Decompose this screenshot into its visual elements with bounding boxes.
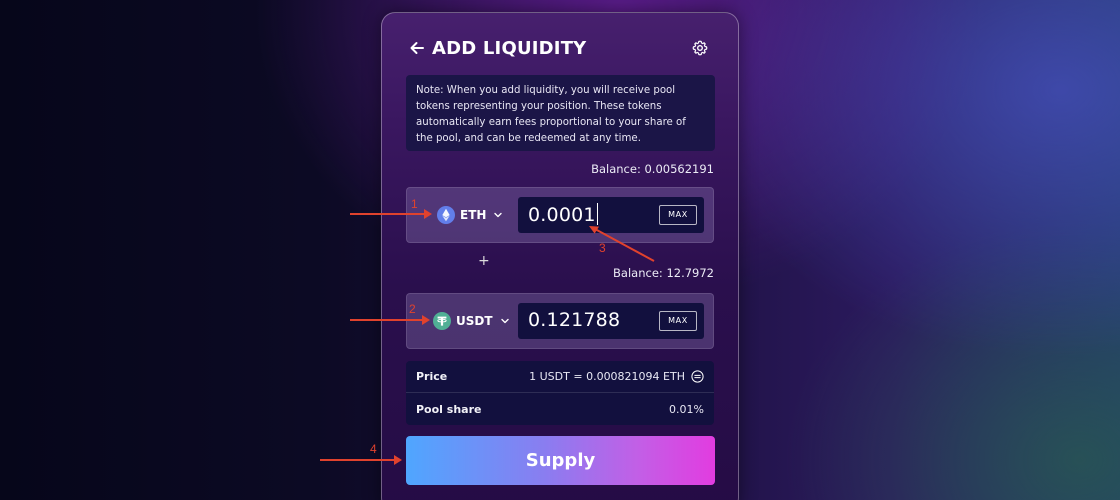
pool-info-panel: Price 1 USDT = 0.000821094 ETH Pool shar… xyxy=(406,361,714,425)
price-value: 1 USDT = 0.000821094 ETH xyxy=(529,370,685,383)
annotation-number-1: 1 xyxy=(411,197,418,211)
annotation-arrow-3 xyxy=(589,226,655,262)
annotation-number-4: 4 xyxy=(370,442,377,456)
token-a-symbol: ETH xyxy=(460,208,487,222)
pool-share-row: Pool share 0.01% xyxy=(406,393,714,425)
token-a-max-button[interactable]: MAX xyxy=(659,205,697,225)
token-b-symbol: USDT xyxy=(456,314,493,328)
annotation-arrow-4 xyxy=(320,455,402,465)
token-b-panel: USDT 0.121788 MAX xyxy=(406,293,714,349)
token-b-amount-value: 0.121788 xyxy=(528,309,621,331)
plus-sign: + xyxy=(478,253,490,269)
annotation-number-3: 3 xyxy=(599,241,606,255)
card-header: ADD LIQUIDITY xyxy=(408,36,712,60)
token-a-amount-value: 0.0001 xyxy=(528,203,598,226)
annotation-number-2: 2 xyxy=(409,302,416,316)
liquidity-note: Note: When you add liquidity, you will r… xyxy=(406,75,715,151)
price-label: Price xyxy=(416,370,448,383)
price-row: Price 1 USDT = 0.000821094 ETH xyxy=(406,361,714,393)
annotation-arrow-1 xyxy=(350,209,432,219)
usdt-balance: Balance: 12.7972 xyxy=(613,266,714,280)
pool-share-value: 0.01% xyxy=(669,402,704,416)
gear-icon[interactable] xyxy=(692,40,708,56)
pool-share-label: Pool share xyxy=(416,402,482,416)
chevron-down-icon xyxy=(500,318,509,324)
tether-icon xyxy=(433,312,451,330)
token-a-panel: ETH 0.0001 MAX xyxy=(406,187,714,243)
eth-balance: Balance: 0.00562191 xyxy=(591,162,714,176)
arrow-left-icon[interactable] xyxy=(408,39,426,57)
swap-direction-icon[interactable] xyxy=(691,370,704,383)
text-caret xyxy=(596,203,598,225)
page-title: ADD LIQUIDITY xyxy=(432,37,587,59)
price-value-group: 1 USDT = 0.000821094 ETH xyxy=(529,370,704,383)
token-b-selector[interactable]: USDT xyxy=(433,311,510,331)
ethereum-icon xyxy=(437,206,455,224)
token-b-max-button[interactable]: MAX xyxy=(659,311,697,331)
token-b-amount-input[interactable]: 0.121788 MAX xyxy=(518,303,704,339)
supply-button[interactable]: Supply xyxy=(406,436,715,485)
add-liquidity-card: ADD LIQUIDITY Note: When you add liquidi… xyxy=(381,12,739,500)
chevron-down-icon xyxy=(494,212,503,218)
annotation-arrow-2 xyxy=(350,315,430,325)
token-a-selector[interactable]: ETH xyxy=(437,205,503,225)
